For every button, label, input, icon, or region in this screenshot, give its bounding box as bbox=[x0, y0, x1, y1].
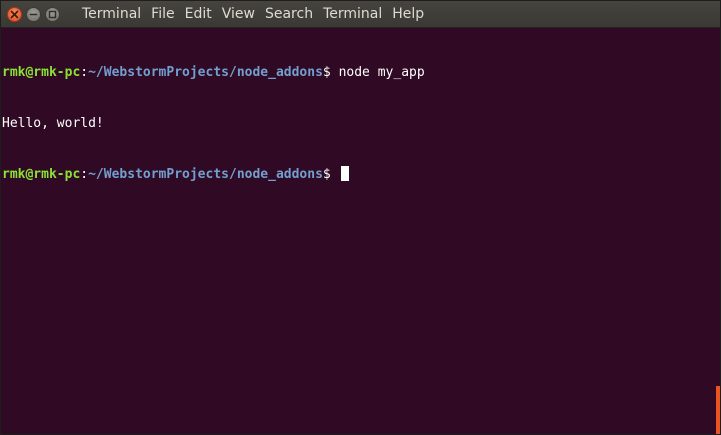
maximize-icon[interactable] bbox=[45, 6, 60, 22]
prompt-user-host: rmk@rmk-pc bbox=[2, 65, 81, 80]
prompt-path: ~/WebstormProjects/node_addons bbox=[88, 167, 323, 182]
prompt-symbol: $ bbox=[322, 65, 339, 80]
command-text: node my_app bbox=[338, 65, 425, 80]
menu-help[interactable]: Help bbox=[387, 1, 429, 27]
menu-edit[interactable]: Edit bbox=[180, 1, 217, 27]
terminal-line-output: Hello, world! bbox=[2, 115, 706, 132]
prompt-path: ~/WebstormProjects/node_addons bbox=[88, 65, 323, 80]
menu-search[interactable]: Search bbox=[260, 1, 318, 27]
menu-file[interactable]: File bbox=[146, 1, 179, 27]
scroll-thumb[interactable] bbox=[716, 386, 720, 434]
close-icon[interactable] bbox=[7, 6, 22, 22]
output-text: Hello, world! bbox=[2, 116, 104, 131]
prompt-separator: : bbox=[80, 65, 89, 80]
terminal-window: Terminal File Edit View Search Terminal … bbox=[0, 0, 721, 435]
terminal-line-command: rmk@rmk-pc:~/WebstormProjects/node_addon… bbox=[2, 64, 706, 81]
window-title: Terminal bbox=[82, 6, 142, 22]
terminal-output[interactable]: rmk@rmk-pc:~/WebstormProjects/node_addon… bbox=[1, 28, 706, 434]
minimize-icon[interactable] bbox=[26, 6, 41, 22]
scrollbar[interactable] bbox=[706, 28, 720, 434]
terminal-line-prompt: rmk@rmk-pc:~/WebstormProjects/node_addon… bbox=[2, 166, 706, 183]
prompt-separator: : bbox=[80, 167, 89, 182]
menu-view[interactable]: View bbox=[217, 1, 260, 27]
window-controls bbox=[7, 6, 69, 22]
text-cursor bbox=[340, 166, 349, 181]
menu-bar: Terminal File Edit View Search Terminal … bbox=[77, 1, 429, 27]
prompt-user-host: rmk@rmk-pc bbox=[2, 167, 81, 182]
title-bar: Terminal File Edit View Search Terminal … bbox=[1, 1, 720, 28]
prompt-symbol: $ bbox=[322, 167, 339, 182]
menu-terminal[interactable]: Terminal bbox=[318, 1, 387, 27]
